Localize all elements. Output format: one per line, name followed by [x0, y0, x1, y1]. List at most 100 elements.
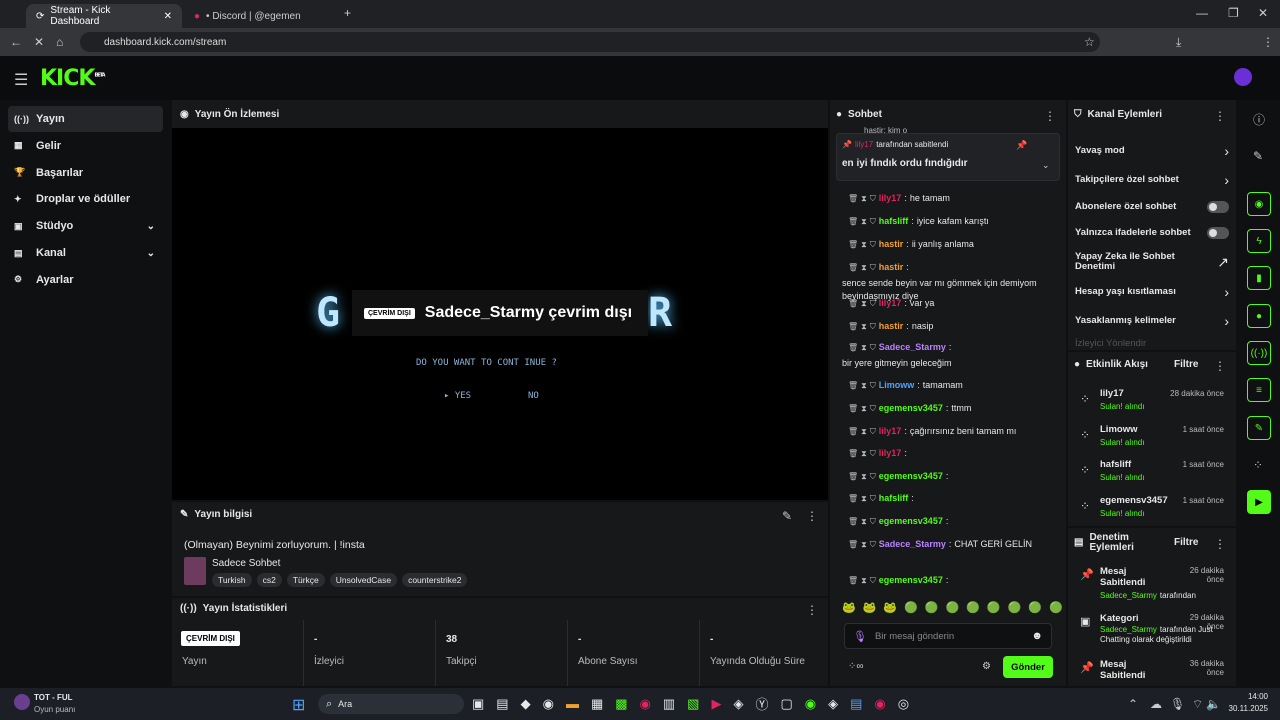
chat-settings-icon[interactable]: ⚙: [982, 661, 991, 672]
chat-username[interactable]: lily17: [879, 297, 902, 310]
chat-username[interactable]: hafsliff: [879, 492, 909, 505]
activity-user[interactable]: hafsliff: [1100, 459, 1131, 470]
wifi-icon[interactable]: ⌔: [1192, 697, 1203, 712]
timeout-icon[interactable]: ⧗: [861, 538, 867, 551]
taskbar-apps[interactable]: ▣ ▤ ◆ ◉ ▬ ▦ ▩ ◉ ▥ ▧ ▶ ◈ Ⓨ ▢ ◉ ◈ ▤ ◉ ◎: [472, 694, 909, 713]
chat-message[interactable]: 🗑 ⧗ ⛉ egemensv3457: ttmm: [842, 402, 1062, 415]
rail-button-3[interactable]: ▮: [1247, 266, 1271, 290]
chevron-right-icon[interactable]: ›: [1224, 143, 1229, 159]
chat-username[interactable]: lily17: [879, 447, 902, 460]
download-icon[interactable]: ⤓: [1176, 35, 1181, 50]
channel-action[interactable]: Yapay Zeka ile Sohbet Denetimi ↗: [1075, 252, 1229, 272]
sidebar-item-0[interactable]: ((·)) Yayın: [8, 106, 163, 132]
new-tab-icon[interactable]: +: [344, 6, 351, 20]
ban-icon[interactable]: ⛉: [870, 574, 876, 587]
ban-icon[interactable]: ⛉: [870, 515, 876, 528]
timeout-icon[interactable]: ⧗: [861, 470, 867, 483]
tag[interactable]: counterstrike2: [402, 573, 468, 587]
toggle-switch[interactable]: [1207, 201, 1229, 213]
chat-username[interactable]: hastir: [879, 320, 904, 333]
delete-icon[interactable]: 🗑: [848, 379, 858, 392]
window-close-icon[interactable]: ✕: [1258, 6, 1268, 20]
channel-action[interactable]: Yavaş mod ›: [1075, 143, 1229, 159]
delete-icon[interactable]: 🗑: [848, 192, 858, 205]
timeout-icon[interactable]: ⧗: [861, 492, 867, 505]
sidebar-item-4[interactable]: ▣ Stüdyo ⌄: [8, 213, 163, 239]
stop-icon[interactable]: ✕: [34, 35, 44, 49]
channel-action[interactable]: Takipçilere özel sohbet ›: [1075, 172, 1229, 188]
ban-icon[interactable]: ⛉: [870, 341, 876, 354]
delete-icon[interactable]: 🗑: [848, 261, 858, 274]
taskbar-search[interactable]: ⌕ Ara: [318, 694, 464, 714]
chat-message[interactable]: 🗑 ⧗ ⛉ Limoww: tamamam: [842, 379, 1062, 392]
delete-icon[interactable]: 🗑: [848, 215, 858, 228]
rail-button-5[interactable]: ((·)): [1247, 341, 1271, 365]
tag[interactable]: Türkçe: [286, 573, 325, 587]
ban-icon[interactable]: ⛉: [870, 261, 876, 274]
chat-message[interactable]: 🗑 ⧗ ⛉ egemensv3457:: [842, 574, 1062, 587]
stats-more-icon[interactable]: ⋮: [806, 603, 818, 617]
delete-icon[interactable]: 🗑: [848, 238, 858, 251]
external-link-icon[interactable]: ↗: [1217, 254, 1229, 271]
rail-dots-icon[interactable]: ⁘: [1253, 458, 1263, 472]
chat-message[interactable]: 🗑 ⧗ ⛉ Sadece_Starmy: CHAT GERİ GELİN: [842, 538, 1062, 551]
rail-button-6[interactable]: ≡: [1247, 378, 1271, 402]
rail-button-1[interactable]: ◉: [1247, 192, 1271, 216]
timeout-icon[interactable]: ⧗: [861, 320, 867, 333]
chat-username[interactable]: hastir: [879, 261, 904, 274]
ban-icon[interactable]: ⛉: [870, 402, 876, 415]
chat-username[interactable]: egemensv3457: [879, 515, 943, 528]
tray-chevron-icon[interactable]: ⌃: [1128, 697, 1138, 711]
moderation-user[interactable]: Sadece_Starmy: [1100, 625, 1157, 634]
tag[interactable]: Turkish: [212, 573, 252, 587]
chat-message[interactable]: 🗑 ⧗ ⛉ lily17: çağırırsınız beni tamam mı: [842, 425, 1062, 438]
edit-icon[interactable]: ✎: [782, 509, 792, 523]
mic-icon[interactable]: 🎙: [853, 630, 867, 643]
timeout-icon[interactable]: ⧗: [861, 341, 867, 354]
delete-icon[interactable]: 🗑: [848, 492, 858, 505]
bookmark-icon[interactable]: ☆: [1084, 35, 1095, 49]
close-icon[interactable]: ✕: [164, 11, 172, 22]
menu-icon[interactable]: ⋮: [1262, 35, 1274, 49]
windows-start-icon[interactable]: ⊞: [292, 695, 305, 715]
sidebar-item-2[interactable]: 🏆 Başarılar: [8, 160, 163, 186]
rail-button-2[interactable]: ϟ: [1247, 229, 1271, 253]
chat-username[interactable]: lily17: [879, 425, 902, 438]
sidebar-item-5[interactable]: ▤ Kanal ⌄: [8, 240, 163, 266]
delete-icon[interactable]: 🗑: [848, 538, 858, 551]
ban-icon[interactable]: ⛉: [870, 425, 876, 438]
chat-username[interactable]: Sadece_Starmy: [879, 538, 946, 551]
chat-message[interactable]: 🗑 ⧗ ⛉ hastir: ii yanlış anlama: [842, 238, 1062, 251]
chat-message[interactable]: 🗑 ⧗ ⛉ lily17: he tamam: [842, 192, 1062, 205]
timeout-icon[interactable]: ⧗: [861, 447, 867, 460]
volume-icon[interactable]: 🔈: [1206, 697, 1221, 711]
timeout-icon[interactable]: ⧗: [861, 379, 867, 392]
chat-username[interactable]: egemensv3457: [879, 574, 943, 587]
timeout-icon[interactable]: ⧗: [861, 297, 867, 310]
activity-more-icon[interactable]: ⋮: [1214, 359, 1226, 373]
ban-icon[interactable]: ⛉: [870, 238, 876, 251]
chat-message[interactable]: 🗑 ⧗ ⛉ lily17:: [842, 447, 1062, 460]
delete-icon[interactable]: 🗑: [848, 447, 858, 460]
emoji-icon[interactable]: ☻: [1031, 630, 1043, 642]
ban-icon[interactable]: ⛉: [870, 447, 876, 460]
sidebar-item-3[interactable]: ✦ Droplar ve ödüller: [8, 186, 163, 212]
chat-username[interactable]: egemensv3457: [879, 402, 943, 415]
delete-icon[interactable]: 🗑: [848, 402, 858, 415]
timeout-icon[interactable]: ⧗: [861, 402, 867, 415]
chat-message[interactable]: 🗑 ⧗ ⛉ hafsliff: iyice kafam karıştı: [842, 215, 1062, 228]
chat-username[interactable]: egemensv3457: [879, 470, 943, 483]
delete-icon[interactable]: 🗑: [848, 574, 858, 587]
tab-discord[interactable]: ● • Discord | @egemen: [184, 4, 324, 28]
chevron-right-icon[interactable]: ›: [1224, 313, 1229, 329]
chat-message[interactable]: 🗑 ⧗ ⛉ hafsliff:: [842, 492, 1062, 505]
maximize-icon[interactable]: ❐: [1228, 6, 1239, 20]
toggle-switch[interactable]: [1207, 227, 1229, 239]
chat-username[interactable]: Sadece_Starmy: [879, 341, 946, 354]
ban-icon[interactable]: ⛉: [870, 297, 876, 310]
tag[interactable]: cs2: [256, 573, 282, 587]
hamburger-icon[interactable]: ☰: [14, 70, 28, 90]
kick-logo[interactable]: KICKBETA: [40, 66, 106, 91]
cloud-icon[interactable]: ☁: [1150, 697, 1162, 711]
activity-user[interactable]: Limoww: [1100, 424, 1137, 435]
